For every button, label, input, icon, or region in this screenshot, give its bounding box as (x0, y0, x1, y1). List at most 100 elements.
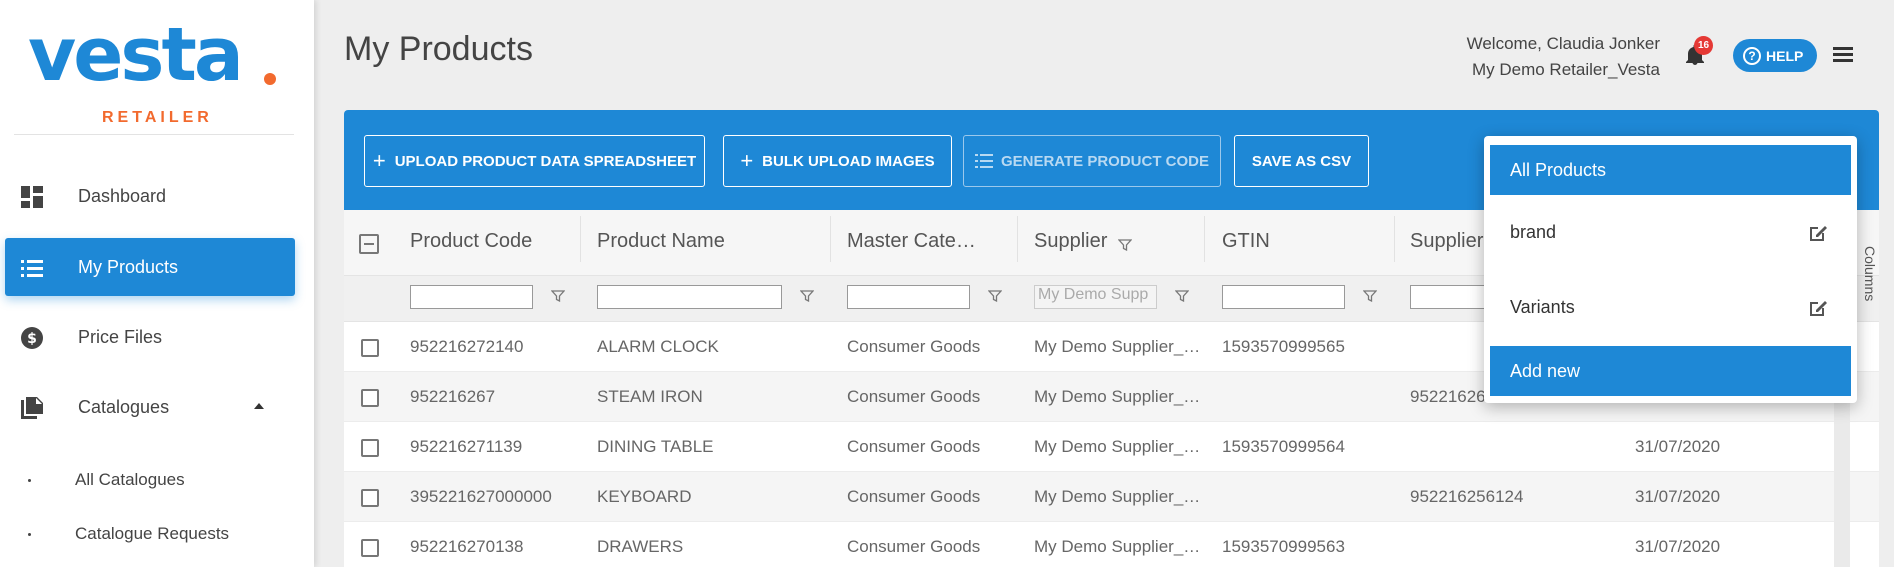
table-row[interactable]: 395221627000000 KEYBOARD Consumer Goods … (344, 472, 1879, 522)
cell-date: 31/07/2020 (1635, 537, 1721, 556)
caret-up-icon[interactable] (254, 403, 264, 409)
cell-supplier: My Demo Supplier_… (1034, 537, 1201, 556)
cell-product-name: KEYBOARD (597, 487, 692, 506)
list-icon (21, 260, 43, 277)
sidebar-subitem-all-catalogues[interactable]: All Catalogues (28, 465, 185, 495)
cell-gtin: 1593570999565 (1222, 337, 1345, 356)
column-separator[interactable] (1394, 216, 1395, 262)
row-checkbox[interactable] (361, 489, 379, 507)
row-checkbox[interactable] (361, 339, 379, 357)
button-label: BULK UPLOAD IMAGES (762, 152, 935, 170)
select-all-checkbox[interactable] (359, 234, 379, 254)
bulk-upload-images-button[interactable]: + BULK UPLOAD IMAGES (723, 135, 952, 187)
button-label: GENERATE PRODUCT CODE (1000, 152, 1210, 170)
view-item-brand[interactable]: brand (1490, 207, 1851, 257)
cell-product-name: DRAWERS (597, 537, 684, 556)
view-item-label: All Products (1510, 159, 1607, 180)
sidebar-item-my-products[interactable]: My Products (5, 238, 295, 296)
column-header-gtin[interactable]: GTIN (1222, 230, 1270, 253)
cell-product-code: 952216270138 (410, 537, 524, 556)
column-separator[interactable] (1017, 216, 1018, 262)
sidebar-divider (14, 134, 294, 135)
logo-wordmark: vesta (28, 12, 244, 98)
cell-gtin: 1593570999563 (1222, 537, 1345, 556)
sidebar-item-dashboard[interactable]: Dashboard (5, 167, 295, 225)
view-item-label: Variants (1510, 296, 1575, 317)
column-header-supplier-code[interactable]: Supplier (1410, 230, 1483, 253)
filter-active-icon[interactable] (1118, 239, 1132, 251)
dollar-icon: $ (21, 327, 43, 349)
view-item-variants[interactable]: Variants (1490, 282, 1851, 332)
row-checkbox[interactable] (361, 389, 379, 407)
master-category-filter-input[interactable] (847, 285, 970, 309)
sidebar-subitem-label: Catalogue Requests (75, 524, 230, 543)
svg-text:$: $ (27, 331, 37, 347)
view-item-all-products[interactable]: All Products (1490, 145, 1851, 195)
cell-product-code: 952216271139 (410, 437, 523, 456)
logo-subtitle: RETAILER (102, 109, 213, 126)
dashboard-icon (21, 186, 43, 208)
product-name-filter-input[interactable] (597, 285, 782, 309)
sidebar-item-label: My Products (78, 256, 179, 277)
plus-icon: + (740, 148, 754, 173)
notification-badge: 16 (1694, 36, 1713, 55)
upload-spreadsheet-button[interactable]: + UPLOAD PRODUCT DATA SPREADSHEET (364, 135, 705, 187)
filter-icon[interactable] (551, 290, 565, 302)
page-title: My Products (344, 30, 533, 68)
row-checkbox[interactable] (361, 439, 379, 457)
column-header-supplier[interactable]: Supplier (1034, 230, 1107, 253)
bullet-icon (28, 532, 31, 536)
cell-supplier-code: 952216267 (1410, 387, 1496, 406)
column-header-product-name[interactable]: Product Name (597, 230, 725, 253)
filter-icon[interactable] (800, 290, 814, 302)
edit-icon[interactable] (1807, 297, 1829, 319)
save-as-csv-button[interactable]: SAVE AS CSV (1234, 135, 1369, 187)
user-greeting: Welcome, Claudia Jonker My Demo Retailer… (1467, 31, 1660, 83)
help-button[interactable]: ? HELP (1733, 39, 1817, 72)
row-checkbox[interactable] (361, 539, 379, 557)
sidebar-item-catalogues[interactable]: Catalogues (5, 378, 295, 436)
cell-date: 31/07/2020 (1635, 437, 1721, 456)
column-header-master-category[interactable]: Master Cate… (847, 230, 976, 253)
generate-product-code-button[interactable]: GENERATE PRODUCT CODE (963, 135, 1221, 187)
cell-gtin: 1593570999564 (1222, 437, 1345, 456)
sidebar-subitem-label: All Catalogues (75, 470, 185, 489)
add-new-view-button[interactable]: Add new (1490, 346, 1851, 396)
cell-date: 31/07/2020 (1635, 487, 1721, 506)
views-dropdown: All Products brand Variants Add new (1484, 136, 1857, 403)
sidebar-subitem-catalogue-requests[interactable]: Catalogue Requests (28, 519, 229, 549)
column-separator[interactable] (830, 216, 831, 262)
cell-supplier: My Demo Supplier_… (1034, 337, 1201, 356)
edit-icon[interactable] (1807, 222, 1829, 244)
add-new-label: Add new (1510, 360, 1581, 381)
bullet-icon (28, 478, 31, 482)
cell-supplier-code: 952216256124 (1410, 487, 1524, 506)
view-item-label: brand (1510, 221, 1557, 242)
cell-product-code: 952216267 (410, 387, 496, 406)
table-row[interactable]: 952216270138 DRAWERS Consumer Goods My D… (344, 522, 1879, 567)
filter-icon[interactable] (988, 290, 1002, 302)
menu-icon[interactable] (1833, 47, 1853, 63)
numbered-list-icon (974, 154, 993, 168)
help-icon: ? (1743, 46, 1761, 65)
cell-product-code: 395221627000000 (410, 487, 552, 506)
table-row[interactable]: 952216271139 DINING TABLE Consumer Goods… (344, 422, 1879, 472)
button-label: SAVE AS CSV (1251, 152, 1352, 170)
filter-icon[interactable] (1175, 290, 1189, 302)
cell-product-name: STEAM IRON (597, 387, 703, 406)
filter-icon[interactable] (1363, 290, 1377, 302)
cell-supplier: My Demo Supplier_… (1034, 437, 1201, 456)
plus-icon: + (372, 148, 386, 173)
catalogue-icon (21, 397, 43, 419)
product-code-filter-input[interactable] (410, 285, 533, 309)
sidebar-item-price-files[interactable]: $ Price Files (5, 308, 295, 366)
column-header-product-code[interactable]: Product Code (410, 230, 532, 253)
supplier-filter-input[interactable]: My Demo Supp (1034, 285, 1157, 309)
cell-master-category: Consumer Goods (847, 337, 981, 356)
vesta-logo[interactable]: vesta RETAILER (28, 12, 288, 126)
columns-panel-tab[interactable]: Columns (1858, 246, 1878, 346)
column-separator[interactable] (1204, 216, 1205, 262)
gtin-filter-input[interactable] (1222, 285, 1345, 309)
column-separator[interactable] (580, 216, 581, 262)
cell-master-category: Consumer Goods (847, 387, 981, 406)
